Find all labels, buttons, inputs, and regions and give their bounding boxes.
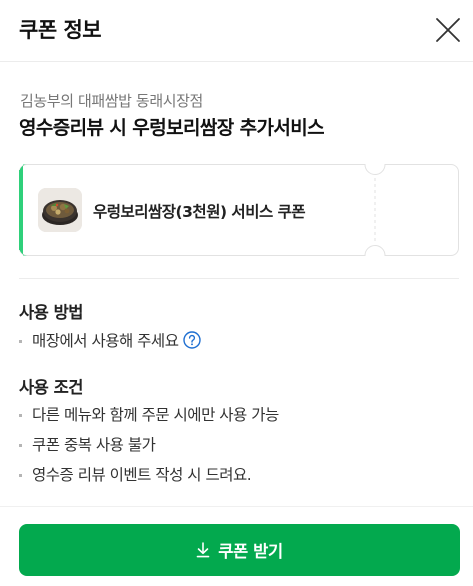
header: 쿠폰 정보 — [0, 0, 473, 62]
bullet — [19, 413, 22, 417]
download-icon — [196, 542, 210, 558]
coupon-title: 영수증리뷰 시 우렁보리쌈장 추가서비스 — [19, 117, 325, 139]
question-circle-icon[interactable] — [183, 331, 202, 349]
usage-condition-text: 영수증 리뷰 이벤트 작성 시 드려요. — [32, 466, 252, 484]
store-name: 김농부의 대패쌈밥 동래시장점 — [20, 92, 203, 110]
food-thumbnail — [38, 188, 82, 232]
usage-condition-item: 영수증 리뷰 이벤트 작성 시 드려요. — [19, 464, 252, 484]
usage-condition-item: 쿠폰 중복 사용 불가 — [19, 434, 156, 454]
receive-coupon-label: 쿠폰 받기 — [218, 542, 283, 561]
close-button[interactable] — [432, 14, 464, 46]
usage-method-text: 매장에서 사용해 주세요 — [32, 332, 179, 350]
divider — [19, 278, 459, 279]
receive-coupon-button[interactable]: 쿠폰 받기 — [19, 524, 460, 576]
bullet — [19, 443, 22, 447]
bullet — [19, 473, 22, 477]
usage-method-heading: 사용 방법 — [19, 303, 83, 322]
usage-method-item: 매장에서 사용해 주세요 — [19, 330, 202, 350]
usage-condition-text: 쿠폰 중복 사용 불가 — [32, 436, 156, 454]
coupon-info-sheet: 쿠폰 정보 김농부의 대패쌈밥 동래시장점 영수증리뷰 시 우렁보리쌈장 추가서… — [0, 0, 473, 586]
coupon-ticket-label: 우렁보리쌈장(3천원) 서비스 쿠폰 — [93, 203, 306, 221]
usage-condition-item: 다른 메뉴와 함께 주문 시에만 사용 가능 — [19, 404, 279, 424]
page-title: 쿠폰 정보 — [19, 18, 102, 42]
usage-conditions-heading: 사용 조건 — [19, 378, 83, 397]
coupon-ticket: 우렁보리쌈장(3천원) 서비스 쿠폰 — [19, 164, 459, 256]
usage-condition-text: 다른 메뉴와 함께 주문 시에만 사용 가능 — [32, 406, 279, 424]
close-icon — [436, 18, 460, 42]
bullet — [19, 339, 22, 343]
